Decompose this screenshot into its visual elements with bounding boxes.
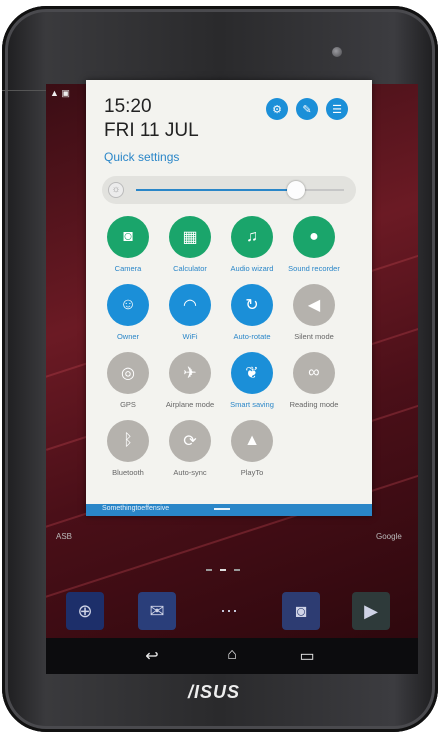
settings-button[interactable]: ⚙	[266, 98, 288, 120]
brightness-knob[interactable]	[287, 181, 306, 199]
brightness-track-fill	[136, 189, 297, 191]
tile-sound-recorder[interactable]: ● Sound recorder	[282, 216, 346, 280]
tile-auto-sync[interactable]: ⟳ Auto-sync	[158, 420, 222, 484]
wifi-icon: ◠	[169, 284, 211, 326]
status-bar-icons: ▲ ▣	[50, 88, 70, 98]
play-store-icon[interactable]: ▶	[352, 592, 390, 630]
navigation-bar: ↩ ⌂ ▭	[46, 638, 418, 674]
bezel-edge	[2, 90, 48, 91]
edit-icon: ✎	[302, 103, 312, 116]
bluetooth-icon: ᛒ	[107, 420, 149, 462]
notification-text: Somethingtoeffensive	[102, 505, 170, 512]
tile-reading-mode[interactable]: ∞ Reading mode	[282, 352, 346, 416]
list-button[interactable]: ☰	[326, 98, 348, 120]
tile-wifi[interactable]: ◠ WiFi	[158, 284, 222, 348]
tile-playto[interactable]: ▲ PlayTo	[220, 420, 284, 484]
quick-settings-panel: 15:20 FRI 11 JUL Quick settings ⚙ ✎ ☰ ☼ ◙ C…	[86, 80, 372, 516]
home-button[interactable]: ⌂	[219, 646, 245, 666]
avatar-icon: ☺	[107, 284, 149, 326]
sync-icon: ⟳	[169, 420, 211, 462]
tile-audio-wizard[interactable]: ♫ Audio wizard	[220, 216, 284, 280]
back-button[interactable]: ↩	[139, 646, 165, 666]
app-drawer-icon[interactable]: ⋯	[210, 592, 248, 630]
desktop-label-right: Google	[376, 532, 402, 541]
clock-date: FRI 11 JUL	[104, 120, 199, 141]
mail-icon[interactable]: ✉	[138, 592, 176, 630]
audio-wizard-icon: ♫	[231, 216, 273, 258]
brightness-icon: ☼	[108, 182, 124, 198]
quick-settings-title: Quick settings	[104, 150, 180, 164]
tile-bluetooth[interactable]: ᛒ Bluetooth	[96, 420, 160, 484]
tile-gps[interactable]: ◎ GPS	[96, 352, 160, 416]
panel-drag-handle[interactable]	[214, 508, 230, 510]
speaker-mute-icon: ◀	[293, 284, 335, 326]
clock-time: 15:20	[104, 96, 152, 117]
device-brand-logo: /ISUS	[188, 682, 241, 702]
microphone-icon: ●	[293, 216, 335, 258]
tile-label: Silent mode	[294, 332, 334, 341]
list-icon: ☰	[332, 103, 342, 116]
tile-label: PlayTo	[240, 468, 264, 477]
gear-icon: ⚙	[272, 103, 282, 116]
front-camera	[332, 47, 342, 57]
calculator-icon: ▦	[169, 216, 211, 258]
airplane-icon: ✈	[169, 352, 211, 394]
tile-calculator[interactable]: ▦ Calculator	[158, 216, 222, 280]
leaf-icon: ❦	[231, 352, 273, 394]
tile-label: Reading mode	[289, 400, 339, 409]
tile-airplane-mode[interactable]: ✈ Airplane mode	[158, 352, 222, 416]
browser-icon[interactable]: ⊕	[66, 592, 104, 630]
tile-auto-rotate[interactable]: ↻ Auto-rotate	[220, 284, 284, 348]
tile-label: Sound recorder	[288, 264, 340, 273]
page-indicator	[206, 558, 256, 571]
tile-camera[interactable]: ◙ Camera	[96, 216, 160, 280]
rotate-icon: ↻	[231, 284, 273, 326]
back-icon: ↩	[145, 648, 159, 665]
glasses-icon: ∞	[293, 352, 335, 394]
notification-strip[interactable]: Somethingtoeffensive	[86, 504, 372, 516]
recents-button[interactable]: ▭	[294, 646, 320, 666]
gps-icon: ◎	[107, 352, 149, 394]
desktop-label-left: ASB	[56, 532, 73, 541]
home-icon: ⌂	[227, 646, 237, 663]
brightness-slider[interactable]: ☼	[102, 176, 356, 204]
camera-icon[interactable]: ◙	[282, 592, 320, 630]
camera-icon: ◙	[107, 216, 149, 258]
recents-icon: ▭	[299, 648, 315, 665]
tile-smart-saving[interactable]: ❦ Smart saving	[220, 352, 284, 416]
playto-icon: ▲	[231, 420, 273, 462]
edit-button[interactable]: ✎	[296, 98, 318, 120]
tile-owner[interactable]: ☺ Owner	[96, 284, 160, 348]
tile-silent-mode[interactable]: ◀ Silent mode	[282, 284, 346, 348]
